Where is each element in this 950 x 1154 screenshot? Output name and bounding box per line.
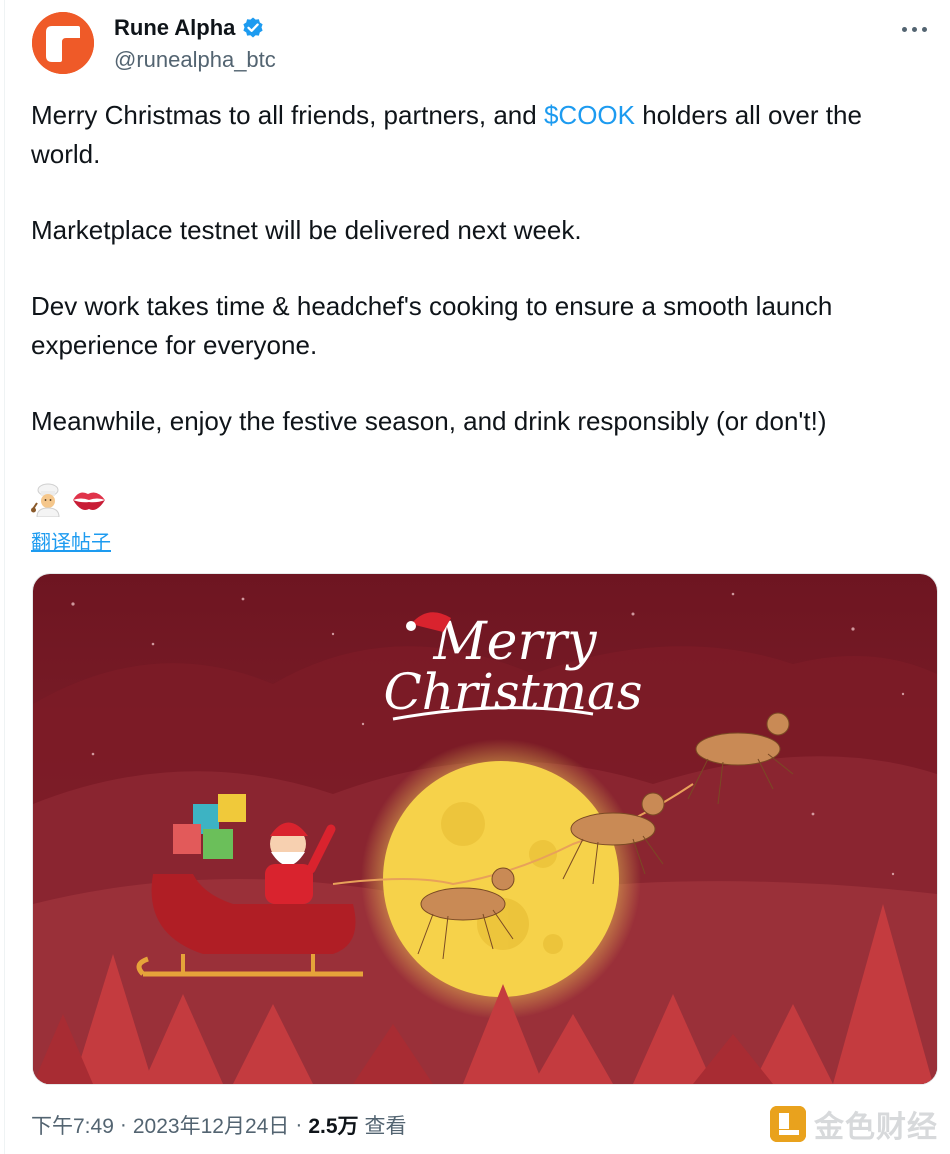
cashtag-link[interactable]: $COOK xyxy=(544,100,635,130)
emoji-row xyxy=(31,483,107,519)
tweet-paragraph-3: Dev work takes time & headchef's cooking… xyxy=(31,291,833,360)
tweet-time[interactable]: 下午7:49 xyxy=(31,1110,114,1140)
more-options-icon[interactable] xyxy=(900,18,930,40)
watermark-logo-icon xyxy=(770,1106,806,1142)
views-label: 查看 xyxy=(364,1115,407,1138)
text-span: Merry Christmas to all friends, partners… xyxy=(31,100,544,130)
verified-badge-icon xyxy=(241,16,265,40)
separator: · xyxy=(119,1113,127,1136)
user-handle[interactable]: @runealpha_btc xyxy=(114,47,276,73)
tweet-paragraph-4: Meanwhile, enjoy the festive season, and… xyxy=(31,406,827,436)
tweet-date[interactable]: 2023年12月24日 xyxy=(133,1110,289,1140)
tweet-paragraph-1: Merry Christmas to all friends, partners… xyxy=(31,96,931,174)
name-row: Rune Alpha xyxy=(114,15,265,41)
tweet-text: Merry Christmas to all friends, partners… xyxy=(31,96,931,478)
tweet-header: Rune Alpha @runealpha_btc xyxy=(32,12,930,76)
translate-post-link[interactable]: 翻译帖子 xyxy=(31,526,111,555)
watermark: 金色财经 xyxy=(770,1104,938,1145)
tweet-meta: 下午7:49 · 2023年12月24日 · 2.5万 查看 xyxy=(31,1110,407,1140)
separator: · xyxy=(295,1113,303,1136)
kiss-mark-emoji-icon xyxy=(71,483,107,519)
avatar[interactable] xyxy=(32,12,94,74)
watermark-text: 金色财经 xyxy=(814,1110,938,1145)
tweet-paragraph-2: Marketplace testnet will be delivered ne… xyxy=(31,215,582,245)
views-count: 2.5万 xyxy=(308,1115,359,1138)
tweet-media-image[interactable]: Merry Christmas xyxy=(32,573,938,1085)
left-border xyxy=(4,0,5,1154)
display-name[interactable]: Rune Alpha xyxy=(114,15,235,41)
caption-christmas: Christmas xyxy=(384,663,643,721)
chef-emoji-icon xyxy=(31,483,65,519)
